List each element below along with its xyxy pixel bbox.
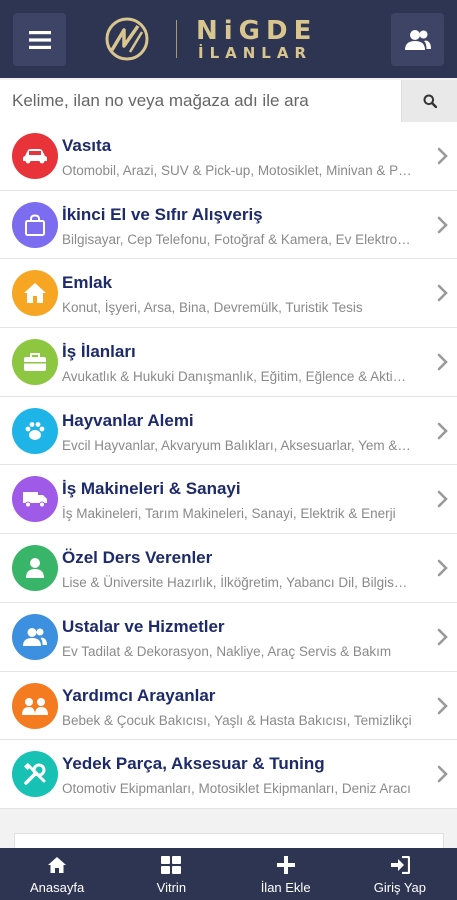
category-subtitle: Konut, İşyeri, Arsa, Bina, Devremülk, Tu…	[62, 300, 363, 316]
category-subtitle: Otomobil, Arazi, SUV & Pick-up, Motosikl…	[62, 163, 412, 178]
category-title: İkinci El ve Sıfır Alışveriş	[62, 204, 263, 224]
chevron-right-icon	[437, 697, 448, 714]
home-icon	[47, 854, 67, 876]
chevron-right-icon	[437, 422, 448, 440]
category-subtitle: Otomotiv Ekipmanları, Motosiklet Ekipman…	[62, 781, 411, 797]
search-input[interactable]	[0, 80, 401, 122]
category-item-vasita[interactable]: Vasıta Otomobil, Arazi, SUV & Pick-up, M…	[0, 122, 457, 191]
grid-icon	[161, 854, 182, 876]
users-icon	[23, 627, 47, 646]
category-subtitle: Evcil Hayvanlar, Akvaryum Balıkları, Aks…	[62, 437, 412, 453]
category-item-is-makineleri[interactable]: İş Makineleri & Sanayi İş Makineleri, Ta…	[0, 465, 457, 535]
account-button[interactable]	[391, 13, 444, 66]
category-subtitle: Ev Tadilat & Dekorasyon, Nakliye, Araç S…	[62, 643, 392, 659]
shopping-bag-icon	[25, 214, 45, 236]
home-icon	[24, 283, 46, 304]
bottom-nav: Anasayfa Vitrin İlan Ekle Giriş Yap	[0, 848, 457, 900]
category-title: Emlak	[62, 273, 113, 293]
menu-button[interactable]	[13, 13, 66, 66]
nav-label: İlan Ekle	[260, 879, 311, 895]
category-subtitle: Bilgisayar, Cep Telefonu, Fotoğraf & Kam…	[62, 231, 412, 247]
category-subtitle: Lise & Üniversite Hazırlık, İlköğretim, …	[62, 575, 412, 591]
category-item-hayvanlar[interactable]: Hayvanlar Alemi Evcil Hayvanlar, Akvaryu…	[0, 397, 457, 466]
category-icon-bg	[12, 407, 58, 454]
nav-item-ilan-ekle[interactable]: İlan Ekle	[229, 848, 343, 900]
users-icon	[404, 29, 431, 50]
car-icon	[23, 149, 47, 164]
category-icon-bg	[12, 751, 58, 798]
category-title: Ustalar ve Hizmetler	[62, 616, 225, 636]
logo-title: NiGDE	[196, 16, 318, 46]
logo-emblem-icon	[105, 17, 149, 61]
logo-divider	[176, 20, 177, 58]
chevron-right-icon	[437, 147, 448, 165]
chevron-right-icon	[437, 765, 448, 783]
truck-icon	[23, 492, 47, 508]
category-item-yardimci[interactable]: Yardımcı Arayanlar Bebek & Çocuk Bakıcıs…	[0, 672, 457, 741]
category-title: Yardımcı Arayanlar	[62, 685, 216, 705]
app-logo[interactable]: NiGDE İLANLAR	[104, 14, 352, 64]
category-title: İş İlanları	[62, 342, 136, 362]
hamburger-icon	[28, 30, 51, 49]
category-title: Özel Ders Verenler	[62, 548, 213, 568]
nav-item-giris-yap[interactable]: Giriş Yap	[343, 848, 457, 900]
category-item-alisveris[interactable]: İkinci El ve Sıfır Alışveriş Bilgisayar,…	[0, 191, 457, 260]
category-subtitle: Avukatlık & Hukuki Danışmanlık, Eğitim, …	[62, 369, 412, 385]
plus-icon	[276, 854, 295, 876]
chevron-right-icon	[437, 559, 448, 577]
category-title: Yedek Parça, Aksesuar & Tuning	[62, 754, 325, 774]
category-icon-bg	[12, 133, 58, 179]
chevron-right-icon	[437, 216, 448, 233]
nav-label: Giriş Yap	[373, 879, 426, 895]
category-list: Vasıta Otomobil, Arazi, SUV & Pick-up, M…	[0, 122, 457, 809]
category-icon-bg	[12, 270, 58, 317]
chevron-right-icon	[437, 285, 448, 302]
category-icon-bg	[12, 613, 58, 660]
category-icon-bg	[12, 545, 58, 592]
category-item-is-ilanlari[interactable]: İş İlanları Avukatlık & Hukuki Danışmanl…	[0, 328, 457, 397]
chevron-right-icon	[437, 353, 448, 371]
top-bar: NiGDE İLANLAR	[0, 0, 457, 78]
category-icon-bg	[12, 339, 58, 386]
search-button[interactable]	[401, 80, 457, 122]
briefcase-icon	[24, 353, 46, 372]
nav-label: Anasayfa	[30, 879, 85, 895]
search-icon	[423, 94, 437, 108]
category-icon-bg	[12, 682, 58, 729]
person-icon	[26, 558, 44, 579]
category-icon-bg	[12, 476, 58, 523]
search-bar	[0, 80, 457, 122]
chevron-right-icon	[437, 628, 448, 646]
category-item-ustalar[interactable]: Ustalar ve Hizmetler Ev Tadilat & Dekora…	[0, 603, 457, 672]
category-title: Hayvanlar Alemi	[62, 410, 194, 430]
category-title: İş Makineleri & Sanayi	[62, 479, 241, 499]
category-subtitle: Bebek & Çocuk Bakıcısı, Yaşlı & Hasta Ba…	[62, 712, 412, 728]
tools-icon	[23, 763, 46, 785]
category-item-yedek-parca[interactable]: Yedek Parça, Aksesuar & Tuning Otomotiv …	[0, 740, 457, 809]
category-subtitle: İş Makineleri, Tarım Makineleri, Sanayi,…	[62, 506, 396, 522]
nav-item-anasayfa[interactable]: Anasayfa	[0, 848, 114, 900]
group-icon	[22, 697, 48, 715]
nav-label: Vitrin	[156, 879, 187, 895]
logo-subtitle: İLANLAR	[198, 44, 313, 62]
category-icon-bg	[12, 201, 58, 248]
chevron-right-icon	[437, 491, 448, 508]
category-title: Vasıta	[62, 136, 112, 155]
category-item-emlak[interactable]: Emlak Konut, İşyeri, Arsa, Bina, Devremü…	[0, 259, 457, 329]
category-item-ozel-ders[interactable]: Özel Ders Verenler Lise & Üniversite Haz…	[0, 534, 457, 603]
paw-icon	[25, 421, 45, 440]
nav-item-vitrin[interactable]: Vitrin	[114, 848, 228, 900]
login-icon	[390, 854, 410, 876]
